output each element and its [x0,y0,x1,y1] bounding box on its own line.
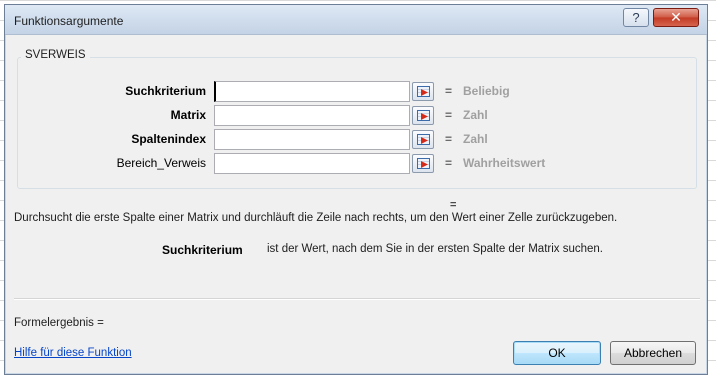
range-select-button[interactable] [412,106,434,125]
spaltenindex-input[interactable] [214,129,410,150]
help-link[interactable]: Hilfe für diese Funktion [14,347,132,359]
equals-sign: = [445,108,453,122]
argument-row-bereich-verweis: Bereich_Verweis = Wahrheitswert [5,153,709,175]
range-select-button[interactable] [412,82,434,101]
argument-help-name: Suchkriterium [162,243,243,257]
equals-sign: = [445,84,453,98]
title-bar[interactable]: Funktionsargumente ? ✕ [5,5,707,35]
cancel-button[interactable]: Abbrechen [610,341,696,365]
function-name: SVERWEIS [21,49,90,61]
formula-result: Formelergebnis = [14,317,104,329]
argument-result: Zahl [463,108,488,122]
equals-sign: = [445,156,453,170]
close-icon[interactable]: ✕ [653,8,699,27]
argument-result: Zahl [463,132,488,146]
ok-button[interactable]: OK [513,341,601,365]
dialog-title: Funktionsargumente [14,14,124,28]
function-arguments-dialog: Funktionsargumente ? ✕ SVERWEIS Suchkrit… [4,4,708,375]
function-description: Durchsucht die erste Spalte einer Matrix… [14,212,618,224]
range-select-button[interactable] [412,130,434,149]
argument-label: Matrix [170,108,206,122]
argument-label: Bereich_Verweis [116,156,206,170]
divider [14,298,700,300]
argument-result: Wahrheitswert [463,156,546,170]
argument-result: Beliebig [463,84,510,98]
function-result-equals: = [450,199,457,211]
help-icon[interactable]: ? [623,8,649,27]
matrix-input[interactable] [214,105,410,126]
argument-label: Suchkriterium [125,84,206,98]
argument-row-suchkriterium: Suchkriterium = Beliebig [5,81,709,103]
suchkriterium-input[interactable] [214,81,410,102]
argument-label: Spaltenindex [131,132,206,146]
equals-sign: = [445,132,453,146]
range-select-button[interactable] [412,154,434,173]
argument-help-text: ist der Wert, nach dem Sie in der ersten… [267,243,603,255]
argument-row-matrix: Matrix = Zahl [5,105,709,127]
bereich-verweis-input[interactable] [214,153,410,174]
argument-row-spaltenindex: Spaltenindex = Zahl [5,129,709,151]
